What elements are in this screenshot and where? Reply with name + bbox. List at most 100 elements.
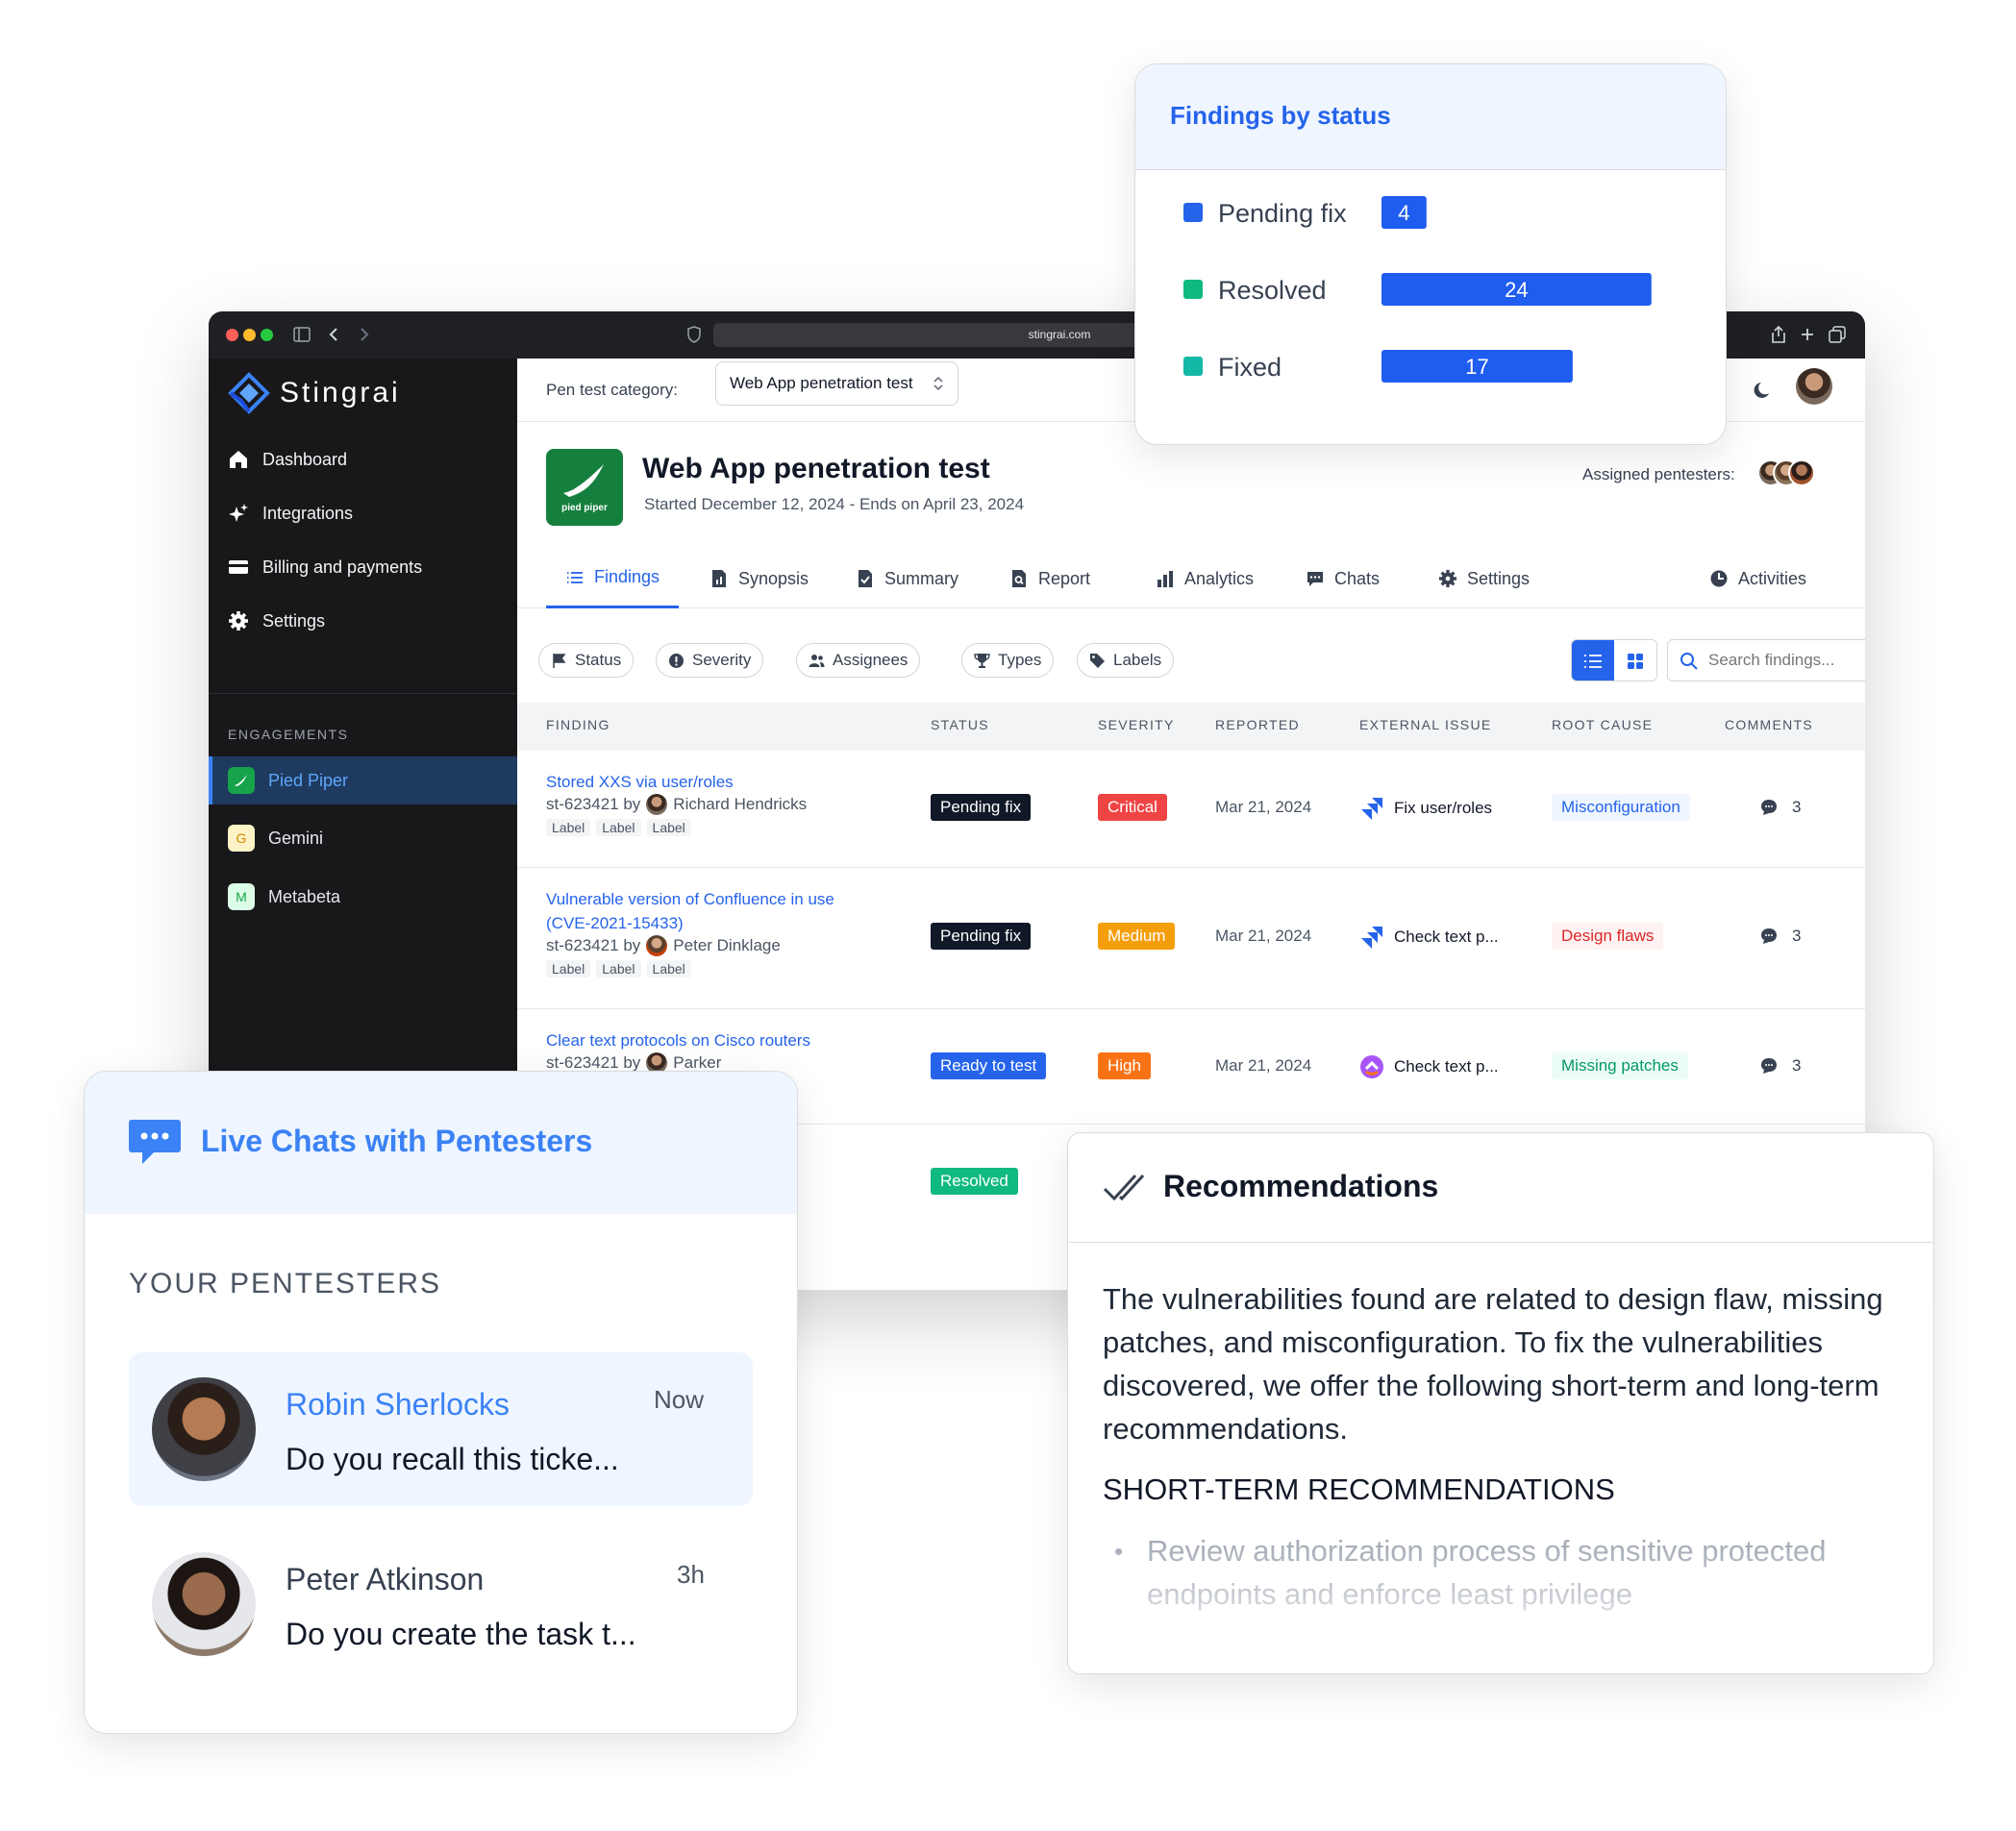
tab-label: Findings <box>594 567 660 586</box>
finding-title-link-cont[interactable]: (CVE-2021-15433) <box>546 911 834 935</box>
pentester-avatar <box>152 1377 256 1481</box>
external-issue-link[interactable]: Fix user/roles <box>1359 796 1492 821</box>
column-header-finding[interactable]: FINDING <box>546 717 610 732</box>
filter-label: Types <box>998 651 1042 669</box>
external-issue-link[interactable]: Check text p... <box>1359 925 1499 950</box>
pentester-avatar[interactable] <box>1788 459 1815 486</box>
home-icon <box>230 451 247 468</box>
zoom-window-button[interactable] <box>261 329 273 341</box>
forward-icon[interactable] <box>359 327 370 342</box>
back-icon[interactable] <box>328 327 339 342</box>
comments-count[interactable]: 3 <box>1759 798 1801 817</box>
sidebar-item-label: Dashboard <box>262 449 348 469</box>
gear-icon <box>229 611 248 631</box>
list-icon <box>567 571 583 583</box>
short-term-heading: SHORT-TERM RECOMMENDATIONS <box>1103 1472 1615 1506</box>
sidebar-item-integrations[interactable]: Integrations <box>228 499 353 528</box>
status-badge[interactable]: Pending fix <box>931 923 1032 950</box>
chat-bubble-icon <box>129 1120 181 1164</box>
label-tag[interactable]: Label <box>646 960 691 977</box>
finding-title-link[interactable]: Stored XXS via user/roles <box>546 770 807 794</box>
label-tag[interactable]: Label <box>546 960 591 977</box>
tab-synopsis[interactable]: Synopsis <box>709 549 809 608</box>
close-window-button[interactable] <box>226 329 238 341</box>
search-icon <box>1680 653 1698 670</box>
minimize-window-button[interactable] <box>243 329 256 341</box>
brand-logo[interactable]: Stingrai <box>228 372 401 414</box>
category-value: Web App penetration test <box>730 374 913 392</box>
user-avatar[interactable] <box>1796 368 1832 405</box>
new-tab-icon[interactable] <box>1800 327 1815 342</box>
filter-label: Status <box>575 651 622 669</box>
dark-mode-icon[interactable] <box>1753 380 1774 401</box>
recommendations-card: Recommendations The vulnerabilities foun… <box>1067 1132 1934 1674</box>
root-cause-badge[interactable]: Missing patches <box>1552 1052 1688 1079</box>
label-tag[interactable]: Label <box>546 819 591 836</box>
sidebar-item-settings[interactable]: Settings <box>228 606 325 635</box>
column-header-severity[interactable]: SEVERITY <box>1098 717 1175 732</box>
finding-title-link[interactable]: Vulnerable version of Confluence in use <box>546 887 834 911</box>
comment-icon <box>1761 1058 1777 1074</box>
grid-view-button[interactable] <box>1614 640 1656 680</box>
tab-report[interactable]: Report <box>1009 549 1090 608</box>
tab-chats[interactable]: Chats <box>1306 549 1380 608</box>
category-label: Pending fix <box>1218 199 1347 228</box>
comments-count[interactable]: 3 <box>1759 1056 1801 1076</box>
engagement-pied-piper[interactable]: Pied Piper <box>209 756 517 804</box>
legend-swatch <box>1183 357 1203 376</box>
tab-activities[interactable]: Activities <box>1709 549 1806 608</box>
severity-badge[interactable]: Critical <box>1098 794 1167 821</box>
column-header-status[interactable]: STATUS <box>931 717 989 732</box>
sidebar-toggle-icon[interactable] <box>293 327 311 342</box>
column-header-comments[interactable]: COMMENTS <box>1725 717 1813 732</box>
clickup-icon <box>1360 1055 1383 1078</box>
severity-badge[interactable]: Medium <box>1098 923 1176 950</box>
chat-time: 3h <box>677 1560 705 1589</box>
column-header-external-issue[interactable]: EXTERNAL ISSUE <box>1359 717 1492 732</box>
chat-item[interactable]: Peter Atkinson 3h Do you create the task… <box>129 1527 753 1681</box>
tab-summary[interactable]: Summary <box>856 549 958 608</box>
filter-types[interactable]: Types <box>961 643 1055 678</box>
comments-count[interactable]: 3 <box>1759 927 1801 946</box>
tab-settings[interactable]: Settings <box>1438 549 1530 608</box>
table-row[interactable]: Stored XXS via user/roles st-623421 by Ri… <box>517 751 1865 868</box>
document-check-icon <box>859 570 872 587</box>
filter-labels[interactable]: Labels <box>1077 643 1175 678</box>
category-select[interactable]: Web App penetration test <box>715 361 958 406</box>
column-header-reported[interactable]: REPORTED <box>1215 717 1300 732</box>
tab-findings[interactable]: Findings <box>546 549 680 608</box>
root-cause-badge[interactable]: Misconfiguration <box>1552 794 1690 821</box>
tab-bar: Findings Synopsis Summary Report Analyti… <box>517 549 1865 608</box>
list-view-button[interactable] <box>1572 640 1614 680</box>
external-issue-link[interactable]: Check text p... <box>1359 1054 1499 1079</box>
filter-assignees[interactable]: Assignees <box>796 643 921 678</box>
label-tag[interactable]: Label <box>596 960 641 977</box>
filter-severity[interactable]: Severity <box>656 643 764 678</box>
finding-meta: st-623421 by Peter Dinklage <box>546 935 834 956</box>
table-row[interactable]: Vulnerable version of Confluence in use … <box>517 868 1865 1009</box>
assigned-pentesters-label: Assigned pentesters: <box>1582 465 1735 483</box>
comment-icon <box>1761 928 1777 944</box>
share-icon[interactable] <box>1771 325 1786 344</box>
root-cause-badge[interactable]: Design flaws <box>1552 923 1664 950</box>
tabs-overview-icon[interactable] <box>1829 326 1846 343</box>
engagement-metabeta[interactable]: M Metabeta <box>209 873 517 921</box>
severity-badge[interactable]: High <box>1098 1052 1151 1079</box>
label-tag[interactable]: Label <box>646 819 691 836</box>
search-input[interactable] <box>1708 648 1865 673</box>
engagement-gemini[interactable]: G Gemini <box>209 814 517 862</box>
status-badge[interactable]: Ready to test <box>931 1052 1047 1079</box>
label-tag[interactable]: Label <box>596 819 641 836</box>
sidebar-item-billing[interactable]: Billing and payments <box>228 553 422 581</box>
engagement-label: Metabeta <box>268 886 341 906</box>
bar-value-label: 17 <box>1465 355 1488 379</box>
comment-icon <box>1761 800 1777 815</box>
status-badge[interactable]: Resolved <box>931 1168 1018 1195</box>
tab-analytics[interactable]: Analytics <box>1156 549 1254 608</box>
filter-status[interactable]: Status <box>538 643 635 678</box>
finding-title-link[interactable]: Clear text protocols on Cisco routers <box>546 1028 810 1052</box>
column-header-root-cause[interactable]: ROOT CAUSE <box>1552 717 1653 732</box>
chat-item[interactable]: Robin Sherlocks Now Do you recall this t… <box>129 1352 753 1506</box>
sidebar-item-dashboard[interactable]: Dashboard <box>228 445 347 474</box>
status-badge[interactable]: Pending fix <box>931 794 1032 821</box>
